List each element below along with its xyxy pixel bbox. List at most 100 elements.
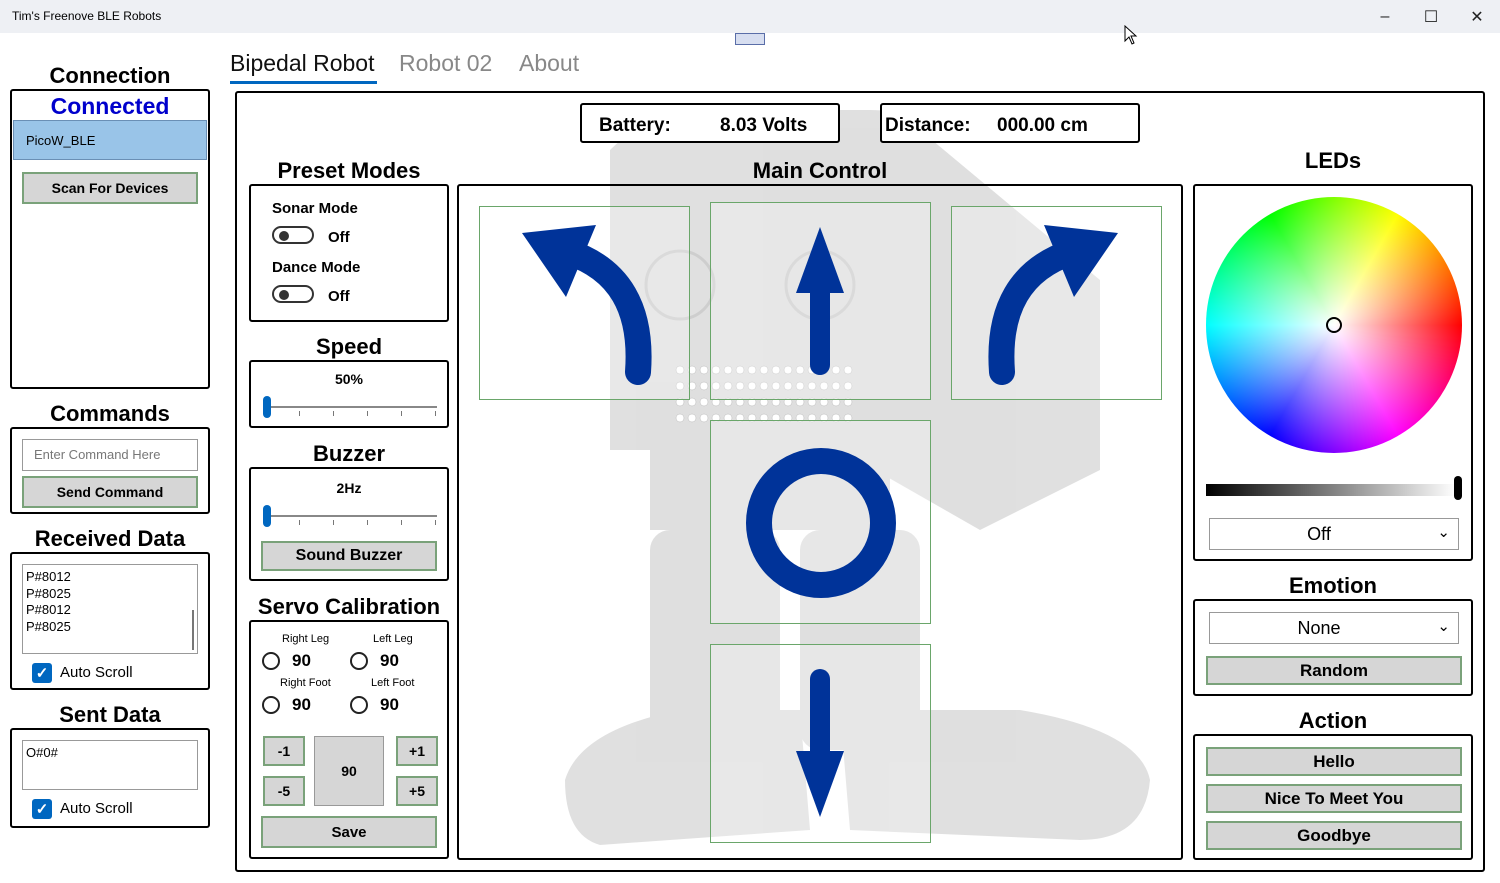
servo-calibration-heading: Servo Calibration — [257, 594, 441, 619]
emotion-panel: None ⌄ Random — [1193, 599, 1473, 696]
action-heading: Action — [1298, 708, 1368, 733]
leds-panel: Off ⌄ — [1193, 184, 1473, 561]
distance-box: Distance: 000.00 cm — [880, 103, 1140, 143]
right-foot-radio[interactable] — [262, 696, 280, 714]
color-wheel-selector[interactable] — [1326, 317, 1342, 333]
brightness-slider-thumb[interactable] — [1454, 476, 1462, 500]
led-mode-dropdown[interactable]: Off ⌄ — [1209, 518, 1459, 550]
forward-arrow-icon — [796, 227, 844, 375]
nice-to-meet-you-button[interactable]: Nice To Meet You — [1206, 784, 1462, 813]
buzzer-slider-track — [265, 515, 437, 517]
right-foot-label: Right Foot — [280, 677, 331, 689]
stop-pad[interactable] — [710, 420, 931, 624]
buzzer-panel: 2Hz Sound Buzzer — [249, 467, 449, 581]
tab-about[interactable]: About — [519, 50, 579, 77]
sonar-mode-toggle[interactable] — [272, 226, 314, 244]
minimize-button[interactable]: – — [1362, 0, 1408, 33]
emotion-heading: Emotion — [1289, 573, 1377, 598]
received-autoscroll-checkbox[interactable]: ✓ — [32, 663, 52, 683]
left-leg-value: 90 — [380, 651, 399, 670]
leds-heading: LEDs — [1304, 148, 1362, 173]
window-title: Tim's Freenove BLE Robots — [12, 9, 162, 23]
left-foot-radio[interactable] — [350, 696, 368, 714]
dance-mode-state: Off — [328, 288, 350, 305]
emotion-selected: None — [1297, 617, 1341, 638]
decrement-5-button[interactable]: -5 — [263, 776, 305, 806]
scrollbar[interactable] — [192, 610, 194, 650]
buzzer-heading: Buzzer — [312, 441, 386, 466]
slider-tick — [367, 411, 368, 416]
sent-data-heading: Sent Data — [59, 702, 161, 727]
chevron-down-icon: ⌄ — [1437, 524, 1450, 541]
random-button[interactable]: Random — [1206, 656, 1462, 685]
sonar-mode-state: Off — [328, 229, 350, 246]
scan-for-devices-button[interactable]: Scan For Devices — [22, 172, 198, 204]
increment-1-button[interactable]: +1 — [396, 736, 438, 766]
speed-heading: Speed — [315, 334, 383, 359]
received-data-textbox[interactable]: P#8012 P#8025 P#8012 P#8025 — [22, 564, 198, 654]
buzzer-slider-thumb[interactable] — [263, 505, 271, 527]
turn-right-arrow-icon — [988, 225, 1118, 385]
action-panel: Hello Nice To Meet You Goodbye — [1193, 734, 1473, 860]
left-leg-label: Left Leg — [373, 633, 413, 645]
tab-bipedal-robot[interactable]: Bipedal Robot — [230, 50, 375, 77]
left-leg-radio[interactable] — [350, 652, 368, 670]
slider-tick — [435, 411, 436, 416]
turn-right-pad[interactable] — [951, 206, 1162, 400]
servo-calibration-panel: Right Leg 90 Left Leg 90 Right Foot 90 L… — [249, 620, 449, 859]
device-list-item[interactable]: PicoW_BLE — [13, 120, 207, 160]
distance-label: Distance: — [885, 115, 971, 136]
sound-buzzer-button[interactable]: Sound Buzzer — [261, 541, 437, 571]
left-foot-value: 90 — [380, 695, 399, 714]
backward-pad[interactable] — [710, 644, 931, 843]
close-button[interactable]: ✕ — [1454, 0, 1500, 33]
slider-tick — [299, 520, 300, 525]
left-foot-label: Left Foot — [371, 677, 415, 689]
right-leg-value: 90 — [292, 651, 311, 670]
speed-slider-track — [265, 406, 437, 408]
turn-left-pad[interactable] — [479, 206, 690, 400]
mouse-cursor-icon — [1124, 25, 1138, 45]
commands-panel: Enter Command Here Send Command — [10, 427, 210, 514]
save-button[interactable]: Save — [261, 816, 437, 848]
slider-tick — [299, 411, 300, 416]
command-input[interactable]: Enter Command Here — [22, 439, 198, 471]
decrement-1-button[interactable]: -1 — [263, 736, 305, 766]
sent-data-textbox[interactable]: O#0# — [22, 740, 198, 790]
right-leg-label: Right Leg — [282, 633, 330, 645]
battery-value: 8.03 Volts — [720, 115, 808, 136]
commands-heading: Commands — [50, 401, 170, 426]
increment-5-button[interactable]: +5 — [396, 776, 438, 806]
received-line: P#8012 — [26, 569, 71, 584]
slider-tick — [367, 520, 368, 525]
connection-panel: Connected PicoW_BLE Scan For Devices — [10, 89, 210, 389]
send-command-button[interactable]: Send Command — [22, 476, 198, 508]
hello-button[interactable]: Hello — [1206, 747, 1462, 776]
preset-modes-panel: Sonar Mode Off Dance Mode Off — [249, 184, 449, 322]
sent-data-panel: O#0# ✓ Auto Scroll — [10, 728, 210, 828]
tab-robot-02[interactable]: Robot 02 — [399, 50, 492, 77]
received-data-heading: Received Data — [34, 526, 186, 551]
forward-pad[interactable] — [710, 202, 931, 400]
drag-handle[interactable] — [735, 33, 765, 45]
goodbye-button[interactable]: Goodbye — [1206, 821, 1462, 850]
brightness-slider-track[interactable] — [1206, 484, 1456, 496]
color-wheel[interactable] — [1206, 197, 1462, 453]
emotion-dropdown[interactable]: None ⌄ — [1209, 612, 1459, 644]
received-line: P#8025 — [26, 585, 71, 601]
slider-tick — [435, 520, 436, 525]
slider-tick — [333, 520, 334, 525]
backward-arrow-icon — [796, 669, 844, 817]
right-foot-value: 90 — [292, 695, 311, 714]
sent-autoscroll-checkbox[interactable]: ✓ — [32, 799, 52, 819]
connection-status: Connected — [50, 93, 170, 119]
battery-label: Battery: — [599, 115, 671, 136]
chevron-down-icon: ⌄ — [1437, 618, 1450, 635]
maximize-button[interactable]: ☐ — [1408, 0, 1454, 33]
tab-active-underline — [230, 81, 377, 84]
speed-slider-thumb[interactable] — [263, 396, 271, 418]
main-control-heading: Main Control — [752, 158, 888, 183]
dance-mode-toggle[interactable] — [272, 285, 314, 303]
right-leg-radio[interactable] — [262, 652, 280, 670]
servo-value-display: 90 — [314, 736, 384, 806]
